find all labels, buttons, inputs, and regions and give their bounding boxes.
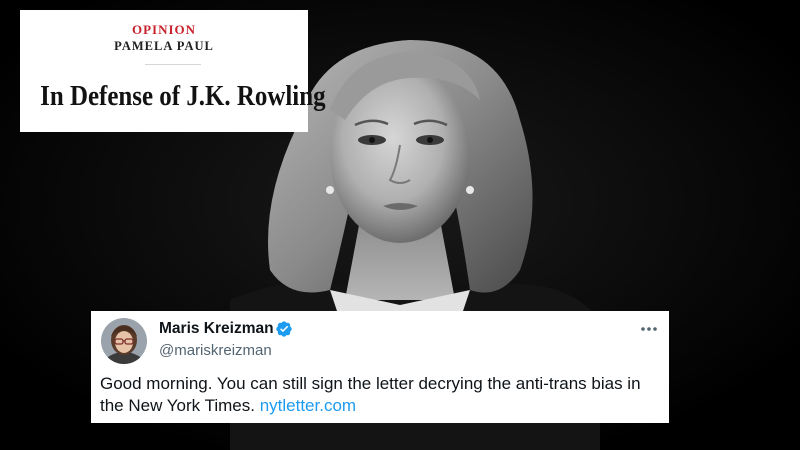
- article-headline-card[interactable]: OPINION PAMELA PAUL In Defense of J.K. R…: [20, 10, 326, 132]
- avatar-image: [101, 318, 147, 364]
- avatar[interactable]: [101, 318, 147, 364]
- tweet-card[interactable]: Maris Kreizman @mariskreizman Good morni…: [91, 311, 669, 423]
- article-headline[interactable]: In Defense of J.K. Rowling: [40, 80, 325, 113]
- verified-badge-icon: [276, 321, 292, 337]
- tweet-body: Good morning. You can still sign the let…: [100, 374, 641, 415]
- display-name[interactable]: Maris Kreizman: [159, 320, 274, 338]
- section-label: OPINION: [131, 22, 197, 37]
- tweet-link[interactable]: nytletter.com: [260, 396, 356, 415]
- tweet-text: Good morning. You can still sign the let…: [100, 373, 660, 417]
- user-handle[interactable]: @mariskreizman: [159, 342, 272, 359]
- author-byline: PAMELA PAUL: [114, 39, 214, 53]
- divider: [145, 64, 201, 65]
- more-options-icon[interactable]: [639, 321, 659, 337]
